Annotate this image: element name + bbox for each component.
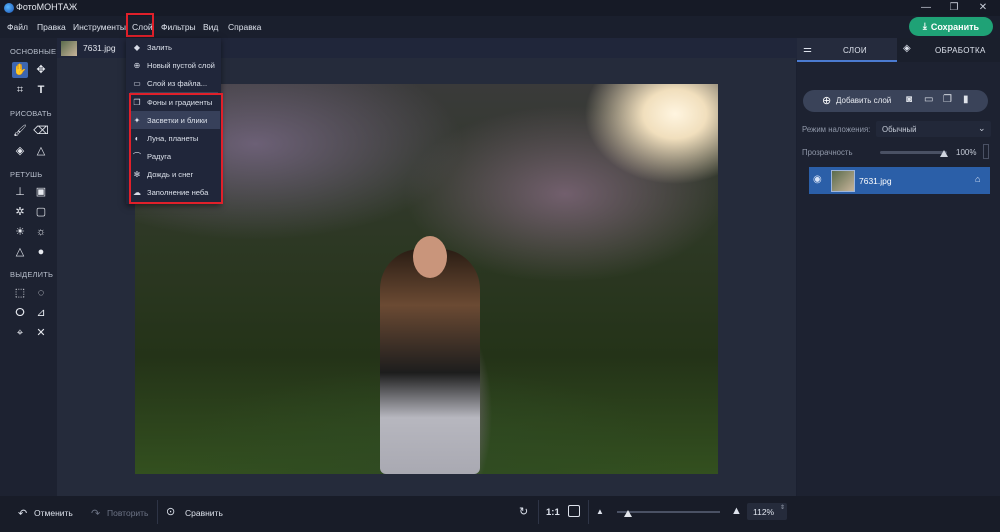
rect-select-tool-icon[interactable]: ⬚ <box>12 285 28 301</box>
brush-tool-icon[interactable]: 🖌 <box>12 123 28 139</box>
zoom-slider-handle[interactable] <box>624 510 632 517</box>
crop-tool-icon[interactable]: ⌗ <box>12 82 28 98</box>
redo-button[interactable]: Повторить <box>107 508 149 518</box>
blend-mode-label: Режим наложения: <box>802 125 871 134</box>
healing-tool-icon[interactable]: ✲ <box>12 204 28 220</box>
paint-bucket-icon: ◆ <box>133 42 141 52</box>
layer-thumbnail <box>831 170 855 192</box>
section-draw-label: РИСОВАТЬ <box>10 109 52 118</box>
brightness-tool-icon[interactable]: ☀ <box>12 224 28 240</box>
polygon-lasso-tool-icon[interactable]: ⊿ <box>33 305 49 321</box>
zoom-value-box[interactable]: 112% ⇕ <box>747 503 787 520</box>
close-button[interactable]: ✕ <box>968 0 998 16</box>
menu-edit[interactable]: Правка <box>37 16 66 38</box>
app-title: ФотоМОНТАЖ <box>16 2 78 12</box>
download-icon: ⤓ <box>922 21 927 31</box>
text-tool-icon[interactable]: T <box>33 82 49 98</box>
section-retouch-label: РЕТУШЬ <box>10 170 43 179</box>
dodge-tool-icon[interactable]: ☼ <box>33 224 49 240</box>
compare-icon[interactable]: ⊙ <box>166 505 175 518</box>
bottom-divider-3 <box>588 500 589 524</box>
ratio-1-1-button[interactable]: 1:1 <box>546 507 560 518</box>
duplicate-icon[interactable]: ❐ <box>943 94 952 105</box>
chevron-down-icon: ⌄ <box>978 123 986 133</box>
dd-item-layer-from-file[interactable]: ▭ Слой из файла... <box>126 74 221 92</box>
menu-filters[interactable]: Фильтры <box>161 16 196 38</box>
dd-item-new-layer[interactable]: ⊕ Новый пустой слой <box>126 56 221 74</box>
folder-icon: ▭ <box>133 78 141 88</box>
file-tab-name: 7631.jpg <box>83 43 116 53</box>
menu-file[interactable]: Файл <box>7 16 28 38</box>
minimize-button[interactable]: — <box>911 0 941 16</box>
fill-tool-icon[interactable]: ◈ <box>12 143 28 159</box>
undo-button[interactable]: Отменить <box>34 508 73 518</box>
dd-item-fill[interactable]: ◆ Залить <box>126 38 221 56</box>
section-select-label: ВЫДЕЛИТЬ <box>10 270 54 279</box>
opacity-slider[interactable] <box>880 151 947 154</box>
bottom-toolbar <box>0 496 1000 532</box>
app-logo-icon <box>4 3 14 13</box>
zoom-slider[interactable] <box>617 511 720 513</box>
opacity-label: Прозрачность <box>802 148 853 157</box>
eraser-tool-icon[interactable]: ⌫ <box>33 123 49 139</box>
shapes-tool-icon[interactable]: △ <box>33 143 49 159</box>
magic-wand-tool-icon[interactable]: ⌖ <box>12 325 28 341</box>
save-button[interactable]: ⤓ Сохранить <box>909 17 993 36</box>
dropdown-highlight-box <box>129 93 223 204</box>
opacity-slider-handle[interactable] <box>940 150 948 157</box>
blur-tool-icon[interactable]: ● <box>33 244 49 260</box>
menu-help[interactable]: Справка <box>228 16 261 38</box>
plus-circle-icon: ⊕ <box>822 95 832 107</box>
plus-circle-icon: ⊕ <box>133 60 141 70</box>
tab-layers[interactable]: ⚌ СЛОИ <box>797 38 897 62</box>
tab-processing[interactable]: ◈ ОБРАБОТКА <box>897 38 1000 62</box>
menu-view[interactable]: Вид <box>203 16 218 38</box>
portrait-tool-icon[interactable]: ▣ <box>33 184 49 200</box>
rotate-icon[interactable]: ↻ <box>519 505 528 518</box>
menu-tools[interactable]: Инструменты <box>73 16 126 38</box>
ellipse-select-tool-icon[interactable]: ◌ <box>33 285 49 301</box>
add-layer-button[interactable]: ⊕ Добавить слой ◙ ▭ ❐ ▮ <box>803 90 988 112</box>
bottom-divider-2 <box>538 500 539 524</box>
hand-tool-icon[interactable]: ✋ <box>12 62 28 78</box>
trash-icon[interactable]: ▮ <box>963 94 969 105</box>
lock-icon[interactable]: ⌂ <box>975 174 980 184</box>
save-button-label: Сохранить <box>930 21 980 32</box>
eye-icon[interactable]: ◉ <box>813 174 822 185</box>
opacity-stepper[interactable] <box>983 144 989 159</box>
folder-icon[interactable]: ▭ <box>924 94 933 105</box>
section-basic-label: ОСНОВНЫЕ <box>10 47 57 56</box>
zoom-in-icon[interactable]: ▲ <box>731 505 742 517</box>
opacity-value: 100% <box>956 148 977 157</box>
bottom-divider <box>157 500 158 524</box>
zoom-stepper-icon[interactable]: ⇕ <box>780 504 785 511</box>
blend-mode-select[interactable]: Обычный ⌄ <box>876 121 991 137</box>
patch-tool-icon[interactable]: ▢ <box>33 204 49 220</box>
zoom-out-icon[interactable]: ▲ <box>596 507 604 516</box>
photo-subject-face <box>413 236 447 278</box>
sliders-icon: ⚌ <box>803 44 812 55</box>
redo-icon[interactable]: ↷ <box>91 507 100 520</box>
tool-panel <box>0 38 57 496</box>
layers-stack-icon: ◈ <box>903 43 911 54</box>
photo-subject <box>380 249 480 474</box>
stamp-tool-icon[interactable]: ⊥ <box>12 184 28 200</box>
menu-layer-highlight-box <box>126 13 154 37</box>
compare-button[interactable]: Сравнить <box>185 508 223 518</box>
undo-icon[interactable]: ↶ <box>18 507 27 520</box>
sharpen-tool-icon[interactable]: △ <box>12 244 28 260</box>
layer-row[interactable]: ◉ 7631.jpg ⌂ <box>809 167 990 194</box>
lasso-tool-icon[interactable]: ⵔ <box>12 305 28 321</box>
mask-icon[interactable]: ◙ <box>906 94 912 105</box>
maximize-button[interactable]: ❐ <box>939 0 969 16</box>
fit-screen-icon[interactable] <box>568 505 580 517</box>
smart-select-tool-icon[interactable]: ✕ <box>33 325 49 341</box>
file-thumbnail <box>61 41 77 56</box>
move-tool-icon[interactable]: ✥ <box>33 62 49 78</box>
